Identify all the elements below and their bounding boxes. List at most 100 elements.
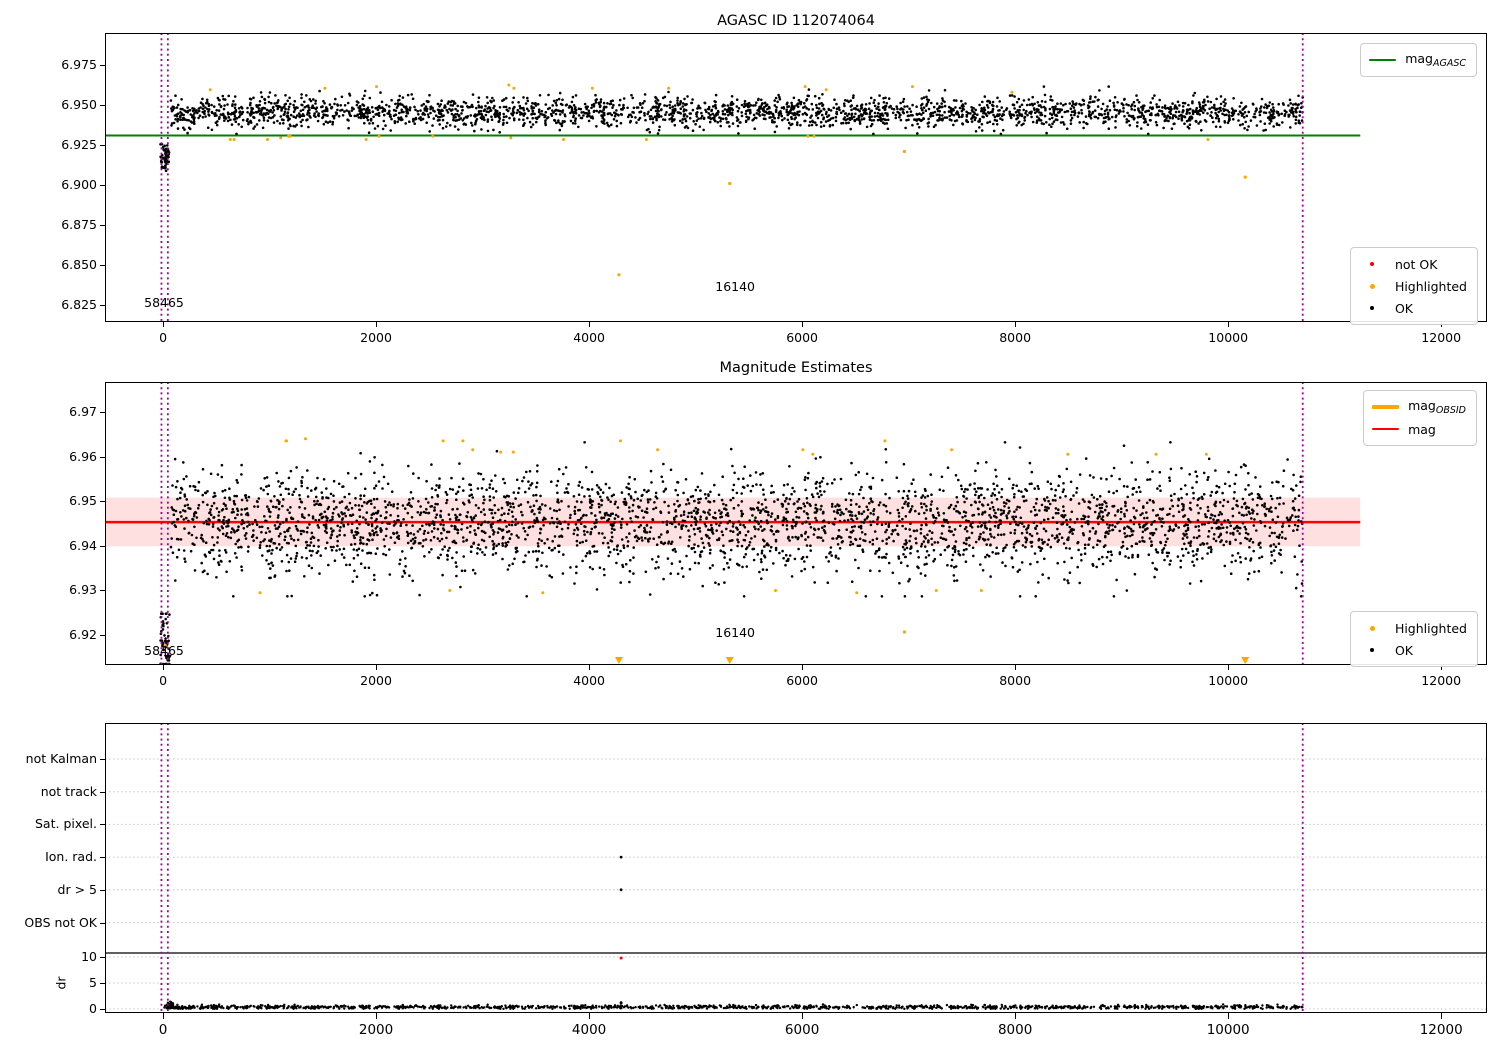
x-tick-label: 12000 [1421, 673, 1462, 688]
x-tick [163, 322, 165, 327]
dr-tick [100, 983, 105, 984]
category-label: dr > 5 [57, 881, 97, 897]
x-tick [163, 665, 165, 670]
legend-label-text: mag [1405, 51, 1433, 66]
y-tick [100, 65, 105, 67]
below-range-clip-marker [725, 657, 734, 664]
legend-item-label: magAGASC [1405, 51, 1466, 69]
x-tick [376, 1013, 378, 1019]
x-tick-label: 10000 [1206, 1022, 1250, 1038]
x-tick-label: 4000 [573, 330, 605, 345]
legend-item-label: magOBSID [1408, 398, 1466, 416]
dr-tick-label: 0 [89, 1001, 97, 1016]
y-tick [100, 545, 105, 547]
x-tick [1015, 1013, 1017, 1019]
x-tick [1441, 1013, 1443, 1019]
legend-swatch [1359, 306, 1386, 310]
obsid-annotation: 58465 [144, 294, 184, 310]
top-plot-area [105, 33, 1487, 322]
x-tick [376, 665, 378, 670]
legend: not OK Highlighted OK [1349, 247, 1478, 325]
x-tick [802, 322, 804, 327]
x-tick-label: 12000 [1419, 1022, 1463, 1038]
middle-chart-title: Magnitude Estimates [719, 360, 873, 376]
x-tick-label: 2000 [360, 330, 392, 345]
x-tick-label: 4000 [573, 673, 605, 688]
category-label: not track [40, 783, 97, 799]
legend-item-label: Highlighted [1395, 279, 1467, 294]
y-tick-label: 6.950 [61, 97, 97, 113]
legend: magAGASC [1360, 43, 1477, 77]
legend-item: OK [1359, 639, 1467, 661]
y-tick [100, 265, 105, 267]
y-tick-label: 6.94 [69, 537, 97, 553]
legend-item: magOBSID [1372, 396, 1466, 418]
x-tick-label: 10000 [1208, 330, 1249, 345]
highlighted-outliers [617, 149, 1247, 277]
legend: magOBSID mag [1363, 390, 1477, 446]
legend-item: mag [1372, 418, 1466, 440]
legend-item: OK [1359, 297, 1467, 319]
x-tick-label: 0 [158, 1022, 168, 1038]
legend-label-text: OK [1394, 642, 1413, 658]
x-tick [589, 665, 591, 670]
y-tick-label: 6.900 [61, 177, 97, 193]
dr-baseline-points [163, 1000, 1304, 1010]
category-label: not Kalman [25, 751, 97, 766]
category-tick [100, 791, 105, 793]
x-tick [1015, 665, 1017, 670]
x-tick-label: 2000 [360, 673, 392, 688]
x-tick-label: 12000 [1421, 330, 1462, 345]
x-tick [163, 1013, 165, 1019]
ok-legend-dot [1370, 306, 1375, 310]
x-tick-label: 2000 [358, 1022, 394, 1038]
ok-legend-dot [1370, 648, 1375, 652]
legend-swatch [1372, 405, 1400, 409]
x-tick-label: 6000 [786, 330, 819, 345]
y-tick [100, 105, 105, 107]
dr-tick-label: 10 [81, 949, 97, 964]
y-tick [100, 456, 105, 458]
top-chart-title: AGASC ID 112074064 [717, 13, 875, 29]
legend-item: Highlighted [1359, 617, 1467, 639]
category-tick [100, 824, 105, 826]
x-tick [802, 665, 804, 670]
category-tick [100, 889, 105, 891]
x-tick [1228, 665, 1230, 670]
obsid-annotation: 58465 [144, 643, 184, 659]
y-tick-label: 6.93 [69, 582, 97, 598]
y-tick-label: 6.850 [61, 257, 97, 273]
x-tick-label: 6000 [786, 673, 819, 688]
x-tick [589, 322, 591, 327]
y-tick [100, 590, 105, 592]
plot-frame [105, 723, 1487, 1013]
y-tick-label: 6.875 [61, 217, 97, 233]
y-tick-label: 6.92 [69, 627, 97, 643]
legend-label-text: mag [1408, 421, 1436, 437]
y-tick [100, 411, 105, 413]
legend-item-label: OK [1395, 643, 1413, 658]
legend-swatch [1372, 427, 1400, 431]
x-tick [589, 1013, 591, 1019]
x-tick-label: 8000 [999, 673, 1032, 688]
legend-label-text: Highlighted [1394, 620, 1467, 636]
obsid-line-legend-line [1372, 405, 1400, 409]
highlighted-outliers [163, 630, 907, 647]
y-tick-label: 6.97 [69, 403, 97, 419]
obsid-annotation: 16140 [715, 279, 756, 295]
x-tick-label: 0 [159, 330, 168, 345]
ok-points [169, 85, 1305, 136]
chart-plot-area [105, 723, 1487, 1013]
y-tick [100, 501, 105, 503]
y-tick-label: 6.96 [69, 448, 97, 464]
y-tick-label: 6.975 [61, 57, 97, 73]
legend-label-text: Highlighted [1394, 278, 1467, 294]
category-label: Ion. rad. [45, 849, 97, 865]
legend-item: not OK [1359, 253, 1467, 275]
legend-label-subscript: AGASC [1432, 58, 1466, 69]
obsid-annotation: 16140 [715, 624, 756, 640]
y-tick-label: 6.825 [61, 297, 97, 313]
below-range-clip-marker [614, 657, 623, 664]
category-tick [100, 922, 105, 924]
legend-swatch [1359, 625, 1386, 631]
